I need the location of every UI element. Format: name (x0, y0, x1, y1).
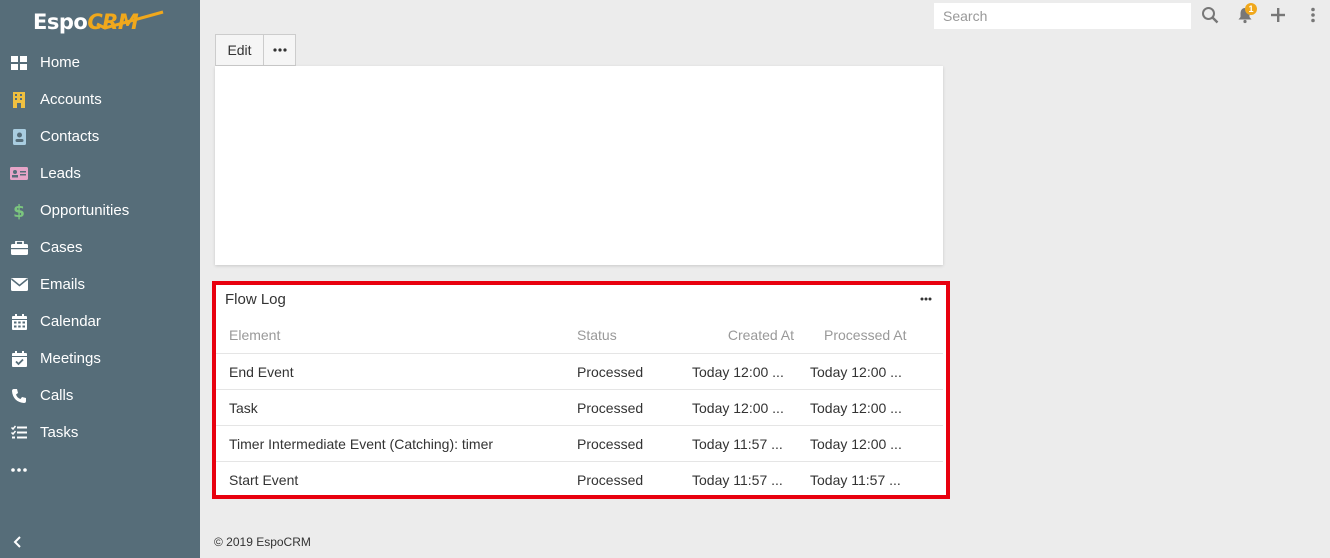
sidebar-item-label: Cases (40, 239, 83, 256)
footer-copyright: © 2019 EspoCRM (214, 535, 311, 549)
table-row[interactable]: Task Processed Today 12:00 ... Today 12:… (215, 389, 943, 425)
ellipsis-icon (10, 461, 28, 479)
sidebar-item-accounts[interactable]: Accounts (0, 81, 200, 118)
column-header-status[interactable]: Status (563, 327, 677, 343)
ellipsis-icon (272, 48, 287, 52)
sidebar-item-label: Contacts (40, 128, 100, 145)
app-logo[interactable]: EspoCRM (0, 0, 200, 44)
briefcase-icon (10, 239, 28, 257)
cell-status: Processed (577, 363, 644, 380)
cell-created-at: Today 11:57 ... (692, 435, 783, 452)
calendar-check-icon (10, 350, 28, 368)
cell-created-at: Today 12:00 ... (692, 363, 784, 380)
flow-log-panel: Flow Log Element Status Created At Proce… (215, 284, 946, 495)
logo-swoosh-icon (96, 10, 164, 30)
sidebar-item-label: Emails (40, 276, 86, 293)
dollar-icon: $ (10, 202, 28, 220)
panel-menu-button[interactable] (918, 293, 934, 305)
sidebar: EspoCRM Home Accounts Contacts Leads $ O… (0, 0, 200, 558)
sidebar-item-meetings[interactable]: Meetings (0, 340, 200, 377)
ellipsis-icon (920, 297, 932, 301)
flow-log-table: Element Status Created At Processed At E… (215, 317, 943, 497)
cell-processed-at: Today 12:00 ... (810, 399, 902, 416)
table-row[interactable]: Timer Intermediate Event (Catching): tim… (215, 425, 943, 461)
table-row[interactable]: End Event Processed Today 12:00 ... Toda… (215, 353, 943, 389)
envelope-icon (10, 276, 28, 294)
notification-count-badge: 1 (1245, 3, 1257, 15)
table-header: Element Status Created At Processed At (215, 317, 943, 353)
column-header-processed-at[interactable]: Processed At (794, 327, 934, 343)
home-grid-icon (10, 54, 28, 72)
sidebar-item-leads[interactable]: Leads (0, 155, 200, 192)
more-actions-button[interactable] (263, 34, 296, 66)
cell-status: Processed (577, 399, 644, 416)
record-action-buttons: Edit (215, 34, 296, 66)
notifications-button[interactable]: 1 (1235, 3, 1257, 25)
edit-button[interactable]: Edit (215, 34, 263, 66)
cell-created-at: Today 11:57 ... (692, 471, 783, 488)
tasks-icon (10, 424, 28, 442)
sidebar-item-label: Calls (40, 387, 74, 404)
sidebar-item-cases[interactable]: Cases (0, 229, 200, 266)
table-row[interactable]: Start Event Processed Today 11:57 ... To… (215, 461, 943, 497)
column-header-element[interactable]: Element (215, 327, 563, 343)
sidebar-item-contacts[interactable]: Contacts (0, 118, 200, 155)
phone-icon (10, 387, 28, 405)
record-detail-panel (215, 66, 943, 265)
svg-text:$: $ (13, 202, 25, 220)
cell-element: Task (229, 399, 258, 416)
cell-processed-at: Today 12:00 ... (810, 363, 902, 380)
cell-status: Processed (577, 435, 644, 452)
sidebar-item-label: Home (40, 54, 81, 71)
sidebar-item-label: Leads (40, 165, 81, 182)
create-button[interactable] (1268, 5, 1288, 25)
building-icon (10, 91, 28, 109)
cell-element: Start Event (229, 471, 299, 488)
calendar-icon (10, 313, 28, 331)
cell-element: Timer Intermediate Event (Catching): tim… (229, 435, 494, 452)
vertical-ellipsis-icon (1311, 7, 1315, 23)
sidebar-item-label: Calendar (40, 313, 101, 330)
cell-status: Processed (577, 471, 644, 488)
sidebar-item-label: Tasks (40, 424, 79, 441)
sidebar-item-label: Opportunities (40, 202, 130, 219)
menu-button[interactable] (1303, 5, 1323, 25)
sidebar-item-label: Accounts (40, 91, 102, 108)
cell-processed-at: Today 12:00 ... (810, 435, 902, 452)
sidebar-item-emails[interactable]: Emails (0, 266, 200, 303)
search-input[interactable] (934, 3, 1191, 29)
sidebar-item-label: Meetings (40, 350, 101, 367)
sidebar-more-button[interactable] (0, 451, 200, 488)
sidebar-item-opportunities[interactable]: $ Opportunities (0, 192, 200, 229)
search-icon[interactable] (1200, 5, 1220, 25)
plus-icon (1271, 8, 1285, 22)
column-header-created-at[interactable]: Created At (677, 327, 794, 343)
sidebar-item-calendar[interactable]: Calendar (0, 303, 200, 340)
cell-element: End Event (229, 363, 294, 380)
sidebar-item-home[interactable]: Home (0, 44, 200, 81)
sidebar-item-calls[interactable]: Calls (0, 377, 200, 414)
sidebar-nav: Home Accounts Contacts Leads $ Opportuni… (0, 44, 200, 488)
logo-wordmark: EspoCRM (33, 10, 164, 34)
contact-card-icon (10, 128, 28, 146)
chevron-left-icon[interactable] (10, 534, 26, 550)
cell-processed-at: Today 11:57 ... (810, 471, 901, 488)
panel-title: Flow Log (225, 291, 286, 308)
id-card-icon (10, 165, 28, 183)
cell-created-at: Today 12:00 ... (692, 399, 784, 416)
sidebar-item-tasks[interactable]: Tasks (0, 414, 200, 451)
